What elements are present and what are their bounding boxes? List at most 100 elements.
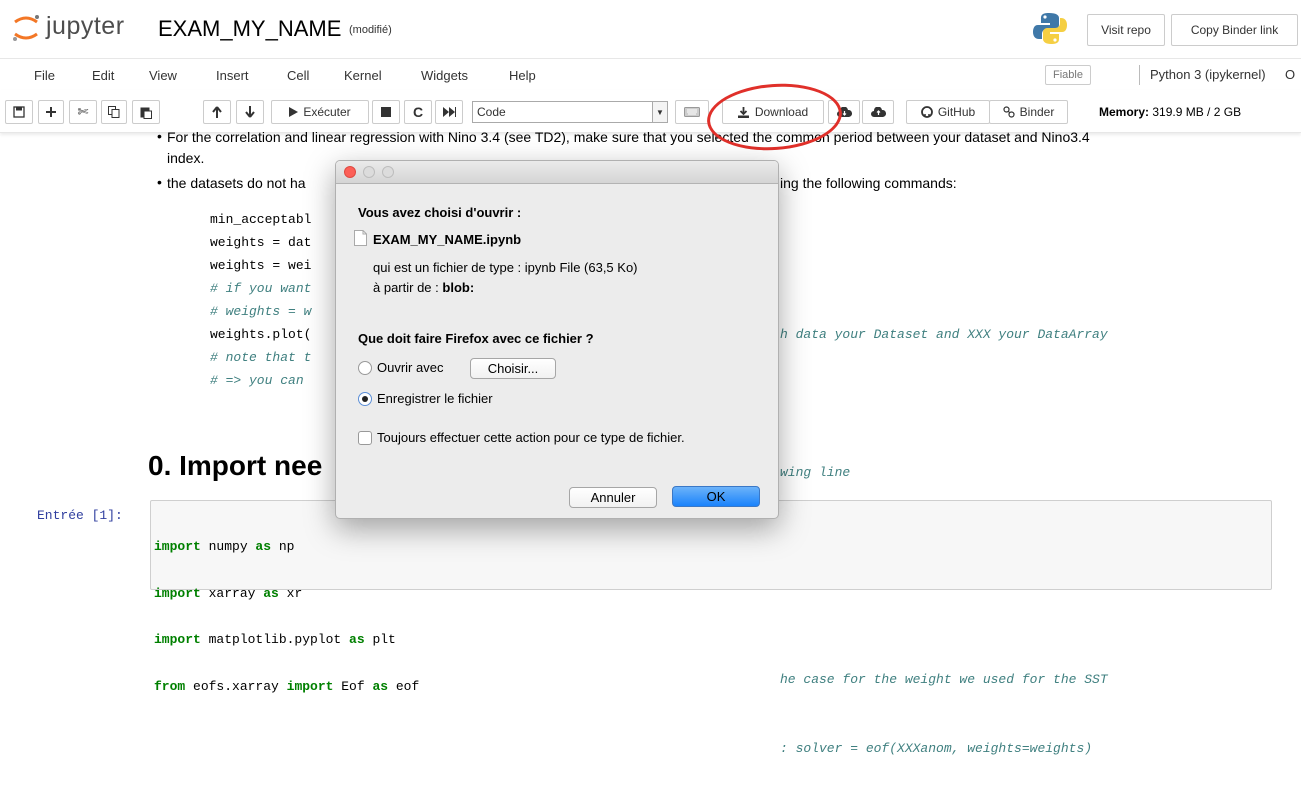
menubar: File Edit View Insert Cell Kernel Widget… [0, 58, 1301, 91]
file-source-value: blob: [442, 280, 475, 295]
save-status: (modifié) [349, 24, 392, 36]
file-icon [354, 230, 367, 246]
code-fragment: : solver = eof(XXXanom, weights=weights) [780, 741, 1093, 756]
dialog-heading: Vous avez choisi d'ouvrir : [358, 205, 522, 220]
code-comment: # note that t [210, 350, 312, 365]
python-logo-icon [1030, 8, 1070, 48]
kernel-separator [1139, 65, 1140, 85]
cell-type-select[interactable]: Code ▼ [472, 101, 668, 123]
save-file-radio[interactable] [358, 392, 372, 406]
binder-label: Binder [1019, 105, 1055, 119]
menu-insert[interactable]: Insert [216, 68, 249, 83]
move-up-button[interactable] [203, 100, 231, 124]
menu-cell[interactable]: Cell [287, 68, 309, 83]
move-down-button[interactable] [236, 100, 264, 124]
cell-prompt: Entrée [1]: [37, 508, 123, 523]
github-label: GitHub [937, 105, 976, 119]
bullet-text-2-left: the datasets do not ha [167, 175, 306, 191]
paste-icon [140, 107, 152, 119]
memory-label: Memory: [1099, 105, 1150, 119]
file-type-value: ipynb File (63,5 Ko) [524, 260, 638, 275]
file-source-prefix: à partir de : [373, 280, 439, 295]
choose-app-button[interactable]: Choisir... [470, 358, 556, 379]
code-line: import xarray as xr [154, 585, 303, 601]
ok-button[interactable]: OK [672, 486, 760, 507]
notebook-header: jupyter EXAM_MY_NAME (modifié) Visit rep… [0, 0, 1301, 58]
code-block-left: min_acceptabl weights = dat weights = we… [210, 208, 311, 392]
menu-edit[interactable]: Edit [92, 68, 114, 83]
arrow-down-icon [245, 106, 255, 118]
paste-button[interactable] [132, 100, 160, 124]
always-do-checkbox[interactable] [358, 431, 372, 445]
binder-icon [1003, 106, 1015, 118]
github-button[interactable]: GitHub [906, 100, 990, 124]
menu-file[interactable]: File [34, 68, 55, 83]
cloud-upload-button[interactable] [862, 100, 894, 124]
bullet-icon: • [157, 128, 162, 144]
always-do-label[interactable]: Toujours effectuer cette action pour ce … [377, 430, 685, 445]
command-palette-button[interactable] [675, 100, 709, 124]
dialog-titlebar[interactable] [336, 161, 778, 184]
kernel-name[interactable]: Python 3 (ipykernel) [1150, 67, 1266, 82]
stop-icon [381, 107, 391, 117]
github-icon [920, 106, 933, 118]
keyboard-icon [684, 107, 700, 117]
cell-type-value: Code [477, 105, 506, 119]
minimize-window-icon[interactable] [363, 166, 375, 178]
code-line: min_acceptabl [210, 212, 312, 227]
arrow-up-icon [212, 106, 222, 118]
jupyter-logo-text[interactable]: jupyter [46, 12, 125, 41]
menu-view[interactable]: View [149, 68, 177, 83]
save-icon [13, 106, 25, 118]
run-label: Exécuter [303, 105, 351, 119]
bullet-text-1: For the correlation and linear regressio… [167, 129, 1090, 145]
cancel-button[interactable]: Annuler [569, 487, 657, 508]
run-button[interactable]: Exécuter [271, 100, 369, 124]
close-window-icon[interactable] [344, 166, 356, 178]
visit-repo-button[interactable]: Visit repo [1087, 14, 1165, 46]
fast-forward-icon [442, 107, 456, 117]
open-with-radio[interactable] [358, 361, 372, 375]
menu-widgets[interactable]: Widgets [421, 68, 468, 83]
code-line: weights = wei [210, 258, 312, 273]
open-with-label[interactable]: Ouvrir avec [377, 360, 443, 375]
code-line: weights.plot( [210, 327, 312, 342]
code-fragment [780, 599, 1108, 622]
save-button[interactable] [5, 100, 33, 124]
code-cell-input[interactable]: import numpy as np import xarray as xr i… [154, 508, 419, 725]
code-line: weights = dat [210, 235, 312, 250]
insert-cell-button[interactable] [38, 100, 64, 124]
restart-run-all-button[interactable] [435, 100, 463, 124]
code-comment: # if you want [210, 281, 312, 296]
copy-button[interactable] [101, 100, 127, 124]
bullet-text-1-cont: index. [167, 150, 205, 166]
menu-kernel[interactable]: Kernel [344, 68, 382, 83]
scissors-icon: ✄ [77, 104, 89, 119]
code-fragment: he case for the weight we used for the S… [780, 672, 1108, 687]
code-comment: # => you can [210, 373, 304, 388]
notebook-title[interactable]: EXAM_MY_NAME [158, 16, 341, 42]
restart-button[interactable]: C [404, 100, 432, 124]
code-fragment: wing line [780, 465, 851, 480]
menu-help[interactable]: Help [509, 68, 536, 83]
trusted-indicator[interactable]: Fiable [1045, 65, 1091, 85]
interrupt-button[interactable] [372, 100, 400, 124]
jupyter-logo-icon[interactable] [10, 12, 42, 44]
memory-value: 319.9 MB / 2 GB [1152, 105, 1242, 119]
code-line: import numpy as np [154, 539, 295, 554]
code-fragment: h data your Dataset and XXX your DataArr… [780, 327, 1108, 342]
maximize-window-icon[interactable] [382, 166, 394, 178]
code-fragment [780, 392, 1108, 415]
cut-button[interactable]: ✄ [69, 100, 97, 124]
code-line: import matplotlib.pyplot as plt [154, 632, 396, 647]
file-type-line: qui est un fichier de type : ipynb File … [373, 260, 638, 275]
copy-binder-link-button[interactable]: Copy Binder link [1171, 14, 1298, 46]
kernel-status-indicator: O [1285, 67, 1296, 82]
section-heading: 0. Import nee [148, 450, 323, 481]
binder-button[interactable]: Binder [989, 100, 1068, 124]
save-file-label[interactable]: Enregistrer le fichier [377, 391, 493, 406]
dialog-filename: EXAM_MY_NAME.ipynb [373, 232, 522, 247]
bullet-icon: • [157, 174, 162, 190]
code-fragment [780, 254, 1108, 277]
plus-icon [46, 107, 56, 117]
